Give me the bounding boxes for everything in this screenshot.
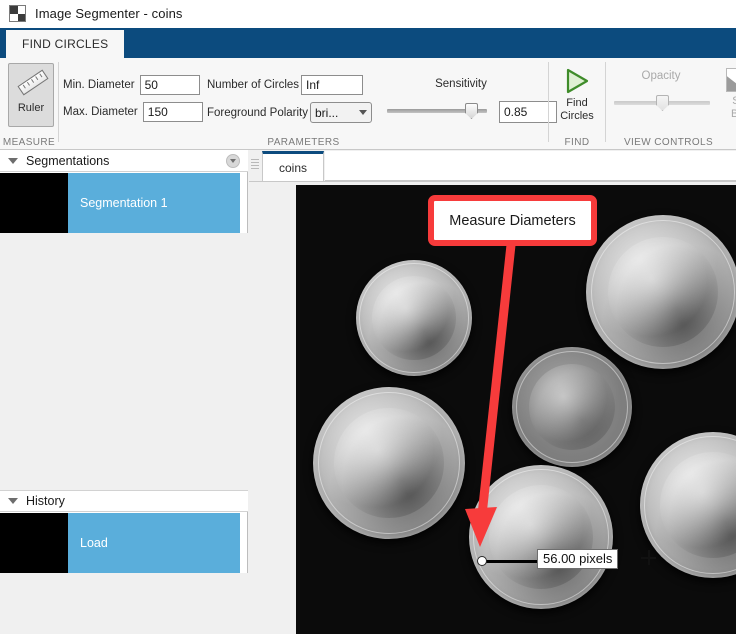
ribbon: Ruler MEASURE Min. Diameter 50 Max. Diam… (0, 58, 736, 150)
max-diameter-row: Max. Diameter 150 (63, 102, 203, 122)
callout-measure-diameters: Measure Diameters (428, 195, 597, 246)
measurement-value-label: 56.00 pixels (537, 549, 619, 569)
find-circles-label-line1: Find (566, 97, 588, 109)
show-binary-button[interactable]: Sh Bin (716, 63, 736, 121)
ruler-button-label: Ruler (17, 102, 45, 114)
canvas-wrapper: Measure Diameters 56.00 pixels (249, 183, 736, 634)
history-thumbnail (0, 513, 68, 573)
number-of-circles-row: Number of Circles Inf (207, 75, 364, 95)
max-diameter-input[interactable]: 150 (142, 102, 203, 122)
find-circles-button[interactable]: Find Circles (554, 63, 600, 123)
ribbon-group-find: Find Circles FIND (549, 58, 605, 150)
segmentation-list-item[interactable]: Segmentation 1 (0, 173, 240, 233)
ribbon-group-parameters-label: PARAMETERS (267, 137, 340, 148)
foreground-polarity-label: Foreground Polarity (207, 106, 308, 119)
ribbon-group-find-label: FIND (564, 137, 590, 148)
find-circles-label-line2: Circles (560, 110, 594, 122)
history-section-header[interactable]: History (0, 490, 248, 512)
left-panel: Segmentations Segmentation 1 History Loa… (0, 150, 248, 634)
max-diameter-label: Max. Diameter (63, 106, 138, 118)
play-triangle-icon (562, 68, 592, 94)
document-area: coins Measure Diameters 56.00 pixels (249, 150, 736, 634)
document-tabbar: coins (249, 150, 736, 182)
ribbon-group-view-controls: Opacity Sh Bin VIEW CONTROLS (606, 58, 736, 150)
segmentation-thumbnail (0, 173, 68, 233)
ribbon-group-view-controls-label: VIEW CONTROLS (623, 137, 714, 148)
ribbon-tabstrip: FIND CIRCLES (0, 28, 736, 58)
callout-text: Measure Diameters (449, 212, 576, 229)
segmentations-section-header[interactable]: Segmentations (0, 150, 248, 172)
min-diameter-row: Min. Diameter 50 (63, 75, 200, 95)
opacity-slider[interactable] (614, 94, 710, 112)
coin-top-left (356, 260, 472, 376)
tabbar-grip-icon[interactable] (251, 159, 259, 171)
segmentations-section-title: Segmentations (26, 153, 110, 168)
segmentations-empty-area (0, 233, 248, 490)
opacity-slider-thumb[interactable] (656, 95, 669, 111)
history-empty-area (0, 573, 248, 634)
segmentations-section-menu-icon[interactable] (226, 154, 240, 168)
show-binary-label-line1: Sh (732, 95, 736, 107)
number-of-circles-label: Number of Circles (207, 79, 300, 91)
document-tab-coins[interactable]: coins (262, 151, 324, 181)
chevron-down-icon[interactable] (8, 498, 18, 504)
title-bar: Image Segmenter - coins (0, 0, 736, 28)
image-canvas[interactable]: Measure Diameters 56.00 pixels (296, 185, 736, 634)
ribbon-group-measure-label: MEASURE (2, 137, 56, 148)
measurement-endpoint-left[interactable] (477, 556, 487, 566)
coin-top-right (586, 215, 736, 369)
ruler-icon (16, 69, 49, 99)
coin-mid-left (313, 387, 465, 539)
ribbon-group-parameters: Min. Diameter 50 Max. Diameter 150 Numbe… (59, 58, 557, 150)
show-binary-icon (726, 68, 736, 92)
history-list-item[interactable]: Load (0, 513, 240, 573)
image-segmenter-window: Image Segmenter - coins FIND CIRCLES Rul… (0, 0, 736, 634)
coin-bottom-center (469, 465, 613, 609)
image-segmenter-icon (9, 5, 26, 22)
coin-mid-center (512, 347, 632, 467)
chevron-down-icon[interactable] (8, 157, 18, 164)
history-list-item-label: Load (80, 536, 108, 550)
document-tabbar-filler (325, 151, 736, 181)
foreground-polarity-select[interactable]: bri... (310, 102, 372, 123)
sensitivity-label: Sensitivity (435, 78, 487, 90)
opacity-label: Opacity (641, 70, 681, 82)
show-binary-label-line2: Bin (731, 108, 736, 120)
ribbon-group-measure: Ruler MEASURE (0, 58, 58, 150)
window-title: Image Segmenter - coins (35, 6, 183, 21)
number-of-circles-input[interactable]: Inf (301, 75, 364, 95)
segmentation-list-item-label: Segmentation 1 (80, 196, 168, 210)
sensitivity-slider[interactable] (387, 102, 487, 120)
foreground-polarity-value: bri... (315, 105, 339, 120)
foreground-polarity-row: Foreground Polarity bri... (207, 102, 372, 123)
min-diameter-input[interactable]: 50 (139, 75, 200, 95)
chevron-down-icon (359, 110, 367, 115)
crosshair-cursor-icon (641, 550, 656, 565)
min-diameter-label: Min. Diameter (63, 79, 135, 91)
sensitivity-slider-thumb[interactable] (465, 103, 478, 119)
history-section-title: History (26, 494, 65, 508)
tab-find-circles[interactable]: FIND CIRCLES (6, 30, 125, 58)
ruler-button[interactable]: Ruler (8, 63, 54, 127)
